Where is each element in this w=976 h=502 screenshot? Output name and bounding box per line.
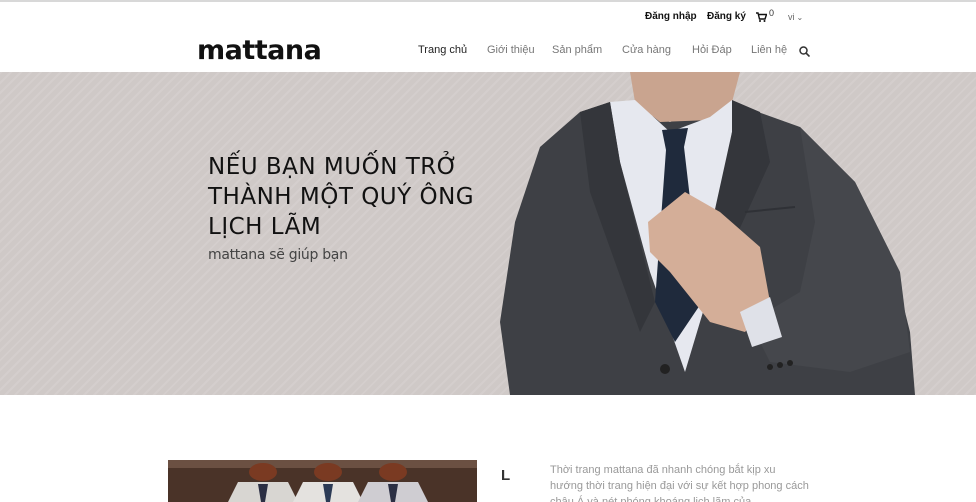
language-selector[interactable]: vi ⌄ (788, 12, 803, 22)
nav-item-about[interactable]: Giới thiệu (487, 44, 535, 56)
main-nav: Trang chủ Giới thiệu Sản phẩm Cửa hàng H… (0, 44, 976, 58)
section-heading: L (501, 467, 511, 484)
nav-item-products[interactable]: Sản phẩm (552, 44, 602, 56)
top-border (0, 0, 976, 2)
section-description: Thời trang mattana đã nhanh chóng bắt kị… (550, 464, 809, 502)
register-link[interactable]: Đăng ký (707, 11, 746, 22)
hero-subtitle: mattana sẽ giúp bạn (208, 247, 348, 263)
hero-man-in-suit-image (500, 72, 915, 395)
hero-banner: NẾU BẠN MUỐN TRỞ THÀNH MỘT QUÝ ÔNG LỊCH … (0, 72, 976, 395)
utility-bar: Đăng nhập Đăng ký 0 vi ⌄ (0, 8, 976, 27)
language-label: vi (788, 12, 795, 22)
store-suits-image (168, 460, 477, 502)
cart-count: 0 (769, 8, 775, 18)
hero-title: NẾU BẠN MUỐN TRỞ THÀNH MỘT QUÝ ÔNG LỊCH … (208, 154, 475, 240)
nav-item-home[interactable]: Trang chủ (418, 44, 467, 56)
nav-item-stores[interactable]: Cửa hàng (622, 44, 671, 56)
login-link[interactable]: Đăng nhập (645, 11, 697, 22)
search-icon[interactable] (799, 44, 811, 62)
chevron-down-icon: ⌄ (796, 13, 804, 22)
cart-icon[interactable] (756, 12, 767, 22)
nav-item-faq[interactable]: Hỏi Đáp (692, 44, 732, 56)
nav-item-contact[interactable]: Liên hệ (751, 44, 787, 56)
